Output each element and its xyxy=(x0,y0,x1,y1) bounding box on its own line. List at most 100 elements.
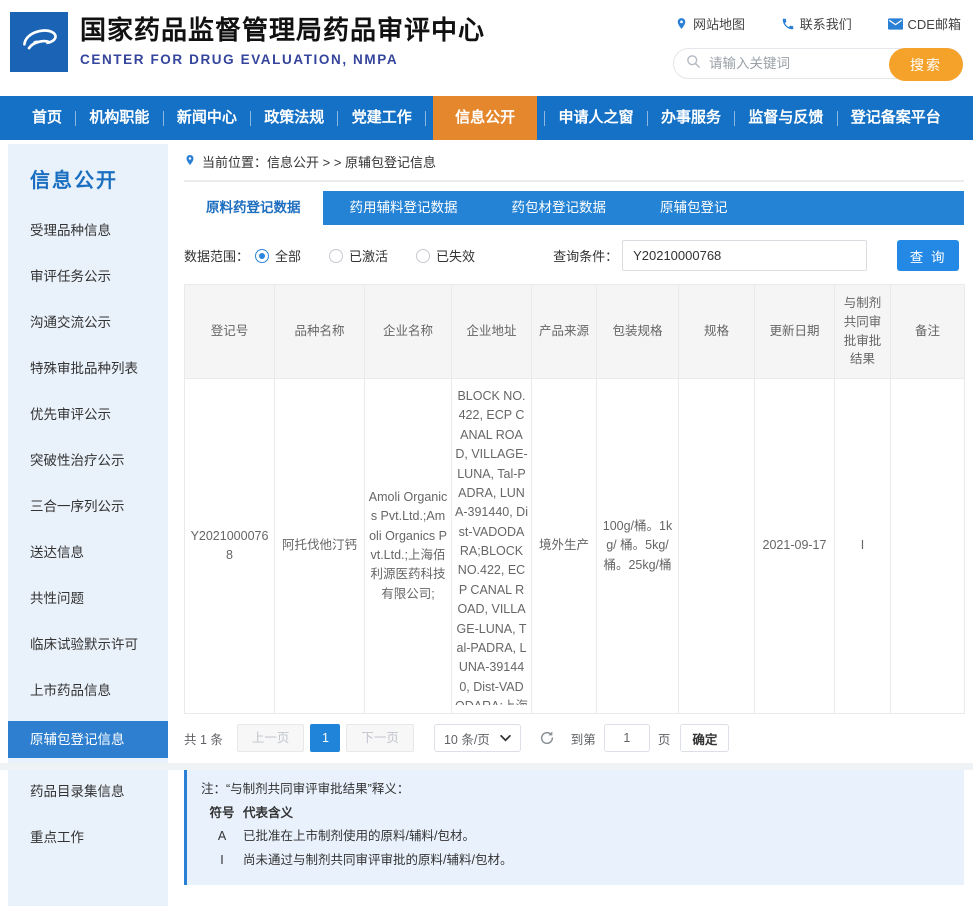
pagination-bar: 共 1 条 上一页 1 下一页 10 条/页 到第 页 确定 xyxy=(184,724,964,752)
radio-expired-label: 已失效 xyxy=(436,246,475,265)
refresh-icon[interactable] xyxy=(539,730,555,746)
query-input[interactable] xyxy=(622,240,867,271)
radio-all-dot xyxy=(255,249,269,263)
next-page-button[interactable]: 下一页 xyxy=(346,724,414,752)
cde-logo-icon xyxy=(10,12,68,72)
tab-packaging-registration[interactable]: 药包材登记数据 xyxy=(485,191,634,225)
page-size-select[interactable]: 10 条/页 xyxy=(434,724,521,752)
tab-api-registration[interactable]: 原料药登记数据 xyxy=(184,191,323,225)
site-search-button[interactable]: 搜索 xyxy=(889,48,963,81)
nav-item-home[interactable]: 首页 xyxy=(26,96,68,140)
sidebar-item-priority-review[interactable]: 优先审评公示 xyxy=(8,403,168,423)
col-header-company-address: 企业地址 xyxy=(452,285,532,379)
sidebar-item-marketed-drugs[interactable]: 上市药品信息 xyxy=(8,679,168,699)
jump-page-input[interactable] xyxy=(604,724,650,752)
nav-item-info-disclosure[interactable]: 信息公开 xyxy=(433,96,537,140)
tab-raw-aux-pack[interactable]: 原辅包登记 xyxy=(633,191,755,225)
col-header-spec: 规格 xyxy=(679,285,755,379)
page-bottom-strip xyxy=(0,763,973,770)
sidebar-item-accepted-products[interactable]: 受理品种信息 xyxy=(8,219,168,239)
nav-divider xyxy=(250,111,251,126)
sidebar: 信息公开 受理品种信息 审评任务公示 沟通交流公示 特殊审批品种列表 优先审评公… xyxy=(8,144,168,906)
cell-company-name: Amoli Organics Pvt.Ltd.;Amoli Organics P… xyxy=(365,379,452,714)
nav-item-services[interactable]: 办事服务 xyxy=(655,96,727,140)
breadcrumb: 当前位置：信息公开 > > 原辅包登记信息 xyxy=(184,144,964,182)
footnote-symbol-header: 符号 xyxy=(201,802,243,824)
sidebar-item-drug-catalog[interactable]: 药品目录集信息 xyxy=(8,780,168,800)
footnote-row-a: A 已批准在上市制剂使用的原料/辅料/包材。 xyxy=(201,824,950,848)
radio-activated[interactable]: 已激活 xyxy=(329,246,388,265)
cell-reg-no: Y20210000768 xyxy=(185,379,275,714)
table-header-row: 登记号 品种名称 企业名称 企业地址 产品来源 包装规格 规格 更新日期 与制剂… xyxy=(185,285,965,379)
nav-divider xyxy=(425,111,426,126)
col-header-product-name: 品种名称 xyxy=(275,285,365,379)
radio-expired[interactable]: 已失效 xyxy=(416,246,475,265)
sidebar-item-clinical-trial[interactable]: 临床试验默示许可 xyxy=(8,633,168,653)
nav-item-applicant[interactable]: 申请人之窗 xyxy=(553,96,640,140)
sidebar-item-delivery-info[interactable]: 送达信息 xyxy=(8,541,168,561)
nav-item-party[interactable]: 党建工作 xyxy=(346,96,418,140)
radio-activated-label: 已激活 xyxy=(349,246,388,265)
nav-item-functions[interactable]: 机构职能 xyxy=(83,96,155,140)
site-search-input[interactable] xyxy=(709,56,869,71)
table-row[interactable]: Y20210000768 阿托伐他汀钙 Amoli Organics Pvt.L… xyxy=(185,379,965,714)
footnote-row-i: I 尚未通过与制剂共同审评审批的原料/辅料/包材。 xyxy=(201,848,950,872)
jump-unit: 页 xyxy=(658,729,671,748)
sidebar-item-breakthrough-therapy[interactable]: 突破性治疗公示 xyxy=(8,449,168,469)
cell-joint-review-result: I xyxy=(835,379,891,714)
site-logo[interactable]: 国家药品监督管理局药品审评中心 CENTER FOR DRUG EVALUATI… xyxy=(10,12,485,72)
nav-item-supervision[interactable]: 监督与反馈 xyxy=(742,96,829,140)
page-size-value: 10 条/页 xyxy=(444,729,490,748)
radio-all-label: 全部 xyxy=(275,246,301,265)
total-count: 共 1 条 xyxy=(184,729,223,748)
nav-divider xyxy=(75,111,76,126)
nav-divider xyxy=(734,111,735,126)
query-button[interactable]: 查 询 xyxy=(897,240,959,271)
tab-excipient-registration[interactable]: 药用辅料登记数据 xyxy=(323,191,485,225)
nav-item-policy[interactable]: 政策法规 xyxy=(258,96,330,140)
tab-bar: 原料药登记数据 药用辅料登记数据 药包材登记数据 原辅包登记 xyxy=(184,191,964,225)
confirm-button[interactable]: 确定 xyxy=(680,724,729,752)
contact-label: 联系我们 xyxy=(800,14,852,33)
sidebar-item-communication[interactable]: 沟通交流公示 xyxy=(8,311,168,331)
sidebar-item-raw-material-registration[interactable]: 原辅包登记信息 xyxy=(8,721,168,758)
top-links: 网站地图 联系我们 CDE邮箱 xyxy=(673,14,963,33)
nav-item-news[interactable]: 新闻中心 xyxy=(171,96,243,140)
cell-package-spec: 100g/桶。1kg/ 桶。5kg/ 桶。25kg/桶 xyxy=(597,379,679,714)
sitemap-link[interactable]: 网站地图 xyxy=(675,14,745,33)
footnote-symbol-a: A xyxy=(201,824,243,848)
breadcrumb-text: 当前位置：信息公开 > > 原辅包登记信息 xyxy=(202,152,436,171)
contact-link[interactable]: 联系我们 xyxy=(781,14,852,33)
nav-divider xyxy=(647,111,648,126)
site-search-bar: 搜索 xyxy=(673,48,963,79)
sidebar-item-three-in-one[interactable]: 三合一序列公示 xyxy=(8,495,168,515)
page-number-1[interactable]: 1 xyxy=(310,724,340,752)
sidebar-item-common-issues[interactable]: 共性问题 xyxy=(8,587,168,607)
nav-item-registration-platform[interactable]: 登记备案平台 xyxy=(845,96,947,140)
site-title: 国家药品监督管理局药品审评中心 xyxy=(80,12,485,48)
prev-page-button[interactable]: 上一页 xyxy=(237,724,305,752)
cell-remark xyxy=(891,379,965,714)
col-header-update-date: 更新日期 xyxy=(755,285,835,379)
search-icon xyxy=(686,54,701,74)
sitemap-label: 网站地图 xyxy=(693,14,745,33)
breadcrumb-pin-icon xyxy=(184,153,196,170)
footnote-symbol-i: I xyxy=(201,848,243,872)
cell-update-date: 2021-09-17 xyxy=(755,379,835,714)
nav-divider xyxy=(837,111,838,126)
filter-bar: 数据范围： 全部 已激活 已失效 查询条件： 查 询 xyxy=(184,240,964,271)
sidebar-item-key-work[interactable]: 重点工作 xyxy=(8,826,168,846)
mailbox-link[interactable]: CDE邮箱 xyxy=(888,14,961,33)
sidebar-item-special-approval[interactable]: 特殊审批品种列表 xyxy=(8,357,168,377)
scope-label: 数据范围： xyxy=(184,246,249,265)
radio-all[interactable]: 全部 xyxy=(255,246,301,265)
phone-icon xyxy=(781,17,795,31)
sidebar-title: 信息公开 xyxy=(8,164,168,193)
query-label: 查询条件： xyxy=(553,246,618,265)
sidebar-item-review-tasks[interactable]: 审评任务公示 xyxy=(8,265,168,285)
cell-spec xyxy=(679,379,755,714)
footnote-meaning-a: 已批准在上市制剂使用的原料/辅料/包材。 xyxy=(243,824,475,848)
main-nav: 首页 机构职能 新闻中心 政策法规 党建工作 信息公开 申请人之窗 办事服务 监… xyxy=(0,96,973,140)
site-header: 国家药品监督管理局药品审评中心 CENTER FOR DRUG EVALUATI… xyxy=(0,0,973,96)
col-header-reg-no: 登记号 xyxy=(185,285,275,379)
